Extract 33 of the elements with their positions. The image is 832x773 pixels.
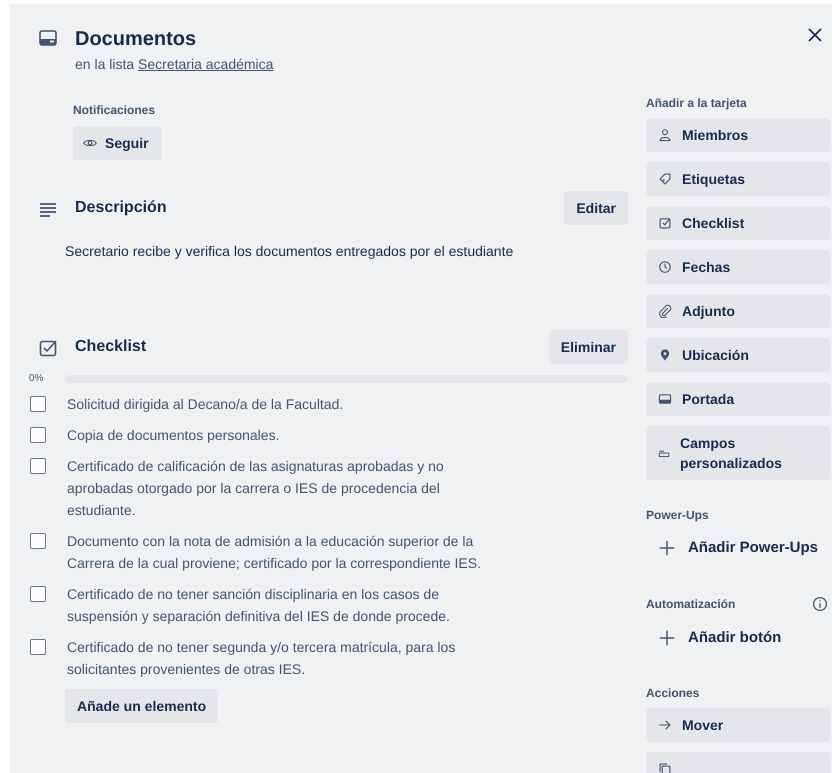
section-heading: Checklist: [75, 338, 148, 356]
description-text: Secretario recibe y verifica los documentos entregados por el estudiante: [65, 242, 514, 261]
section-label: Power-Ups: [646, 508, 709, 522]
checklist-item-text: Copia de documentos personales.: [67, 426, 280, 445]
card-title: Documentos: [75, 27, 198, 52]
sidebar-button[interactable]: Adjunto: [646, 294, 830, 328]
sidebar-button[interactable]: Miembros: [646, 118, 830, 152]
checklist-item-text: Documento con la nota de admisión a la educación superior de la Carrera de la cual proviene; certificado por la correspondiente IES.: [67, 532, 482, 573]
checklist-item-text: Certificado de calificación de las asignaturas aprobadas y no aprobadas otorgado por la carrera o IES de procedencia del estudiante.: [67, 457, 445, 520]
checklist-item-text: Solicitud dirigida al Decano/a de la Facultad.: [67, 395, 344, 414]
sidebar-button[interactable]: Etiquetas: [646, 162, 830, 196]
sidebar-button[interactable]: Portada: [646, 382, 830, 416]
sidebar-button[interactable]: Campos personalizados: [646, 426, 830, 480]
checklist-item-text: Certificado de no tener segunda y/o tercera matrícula, para los solicitantes provenientes de otras IES.: [67, 638, 456, 679]
checklist-item-text: Certificado de no tener sanción disciplinaria en los casos de suspensión y separación definitiva del IES de donde procede.: [67, 585, 451, 626]
section-label: Añadir a la tarjeta: [646, 96, 747, 110]
sidebar-button[interactable]: Añadir botón: [646, 620, 830, 656]
sidebar-button[interactable]: Mover: [646, 708, 830, 742]
follow-button[interactable]: Seguir: [73, 126, 162, 160]
notifications-label: Notificaciones: [73, 103, 156, 117]
delete-button[interactable]: Eliminar: [548, 330, 628, 364]
section-label: Automatización: [646, 597, 736, 611]
section-heading: Descripción: [75, 199, 168, 217]
sidebar-button[interactable]: Fechas: [646, 250, 830, 284]
add-item-button[interactable]: Añade un elemento: [65, 689, 218, 723]
sidebar-button[interactable]: Ubicación: [646, 338, 830, 372]
edit-button[interactable]: Editar: [564, 191, 628, 225]
list-label: en la lista: [75, 56, 134, 72]
sidebar-button[interactable]: Checklist: [646, 206, 830, 240]
list-link[interactable]: Secretaria académica: [138, 56, 274, 72]
section-label: Acciones: [646, 686, 700, 700]
sidebar-button[interactable]: Añadir Power-Ups: [646, 530, 830, 566]
progress-percent: 0%: [28, 373, 44, 384]
